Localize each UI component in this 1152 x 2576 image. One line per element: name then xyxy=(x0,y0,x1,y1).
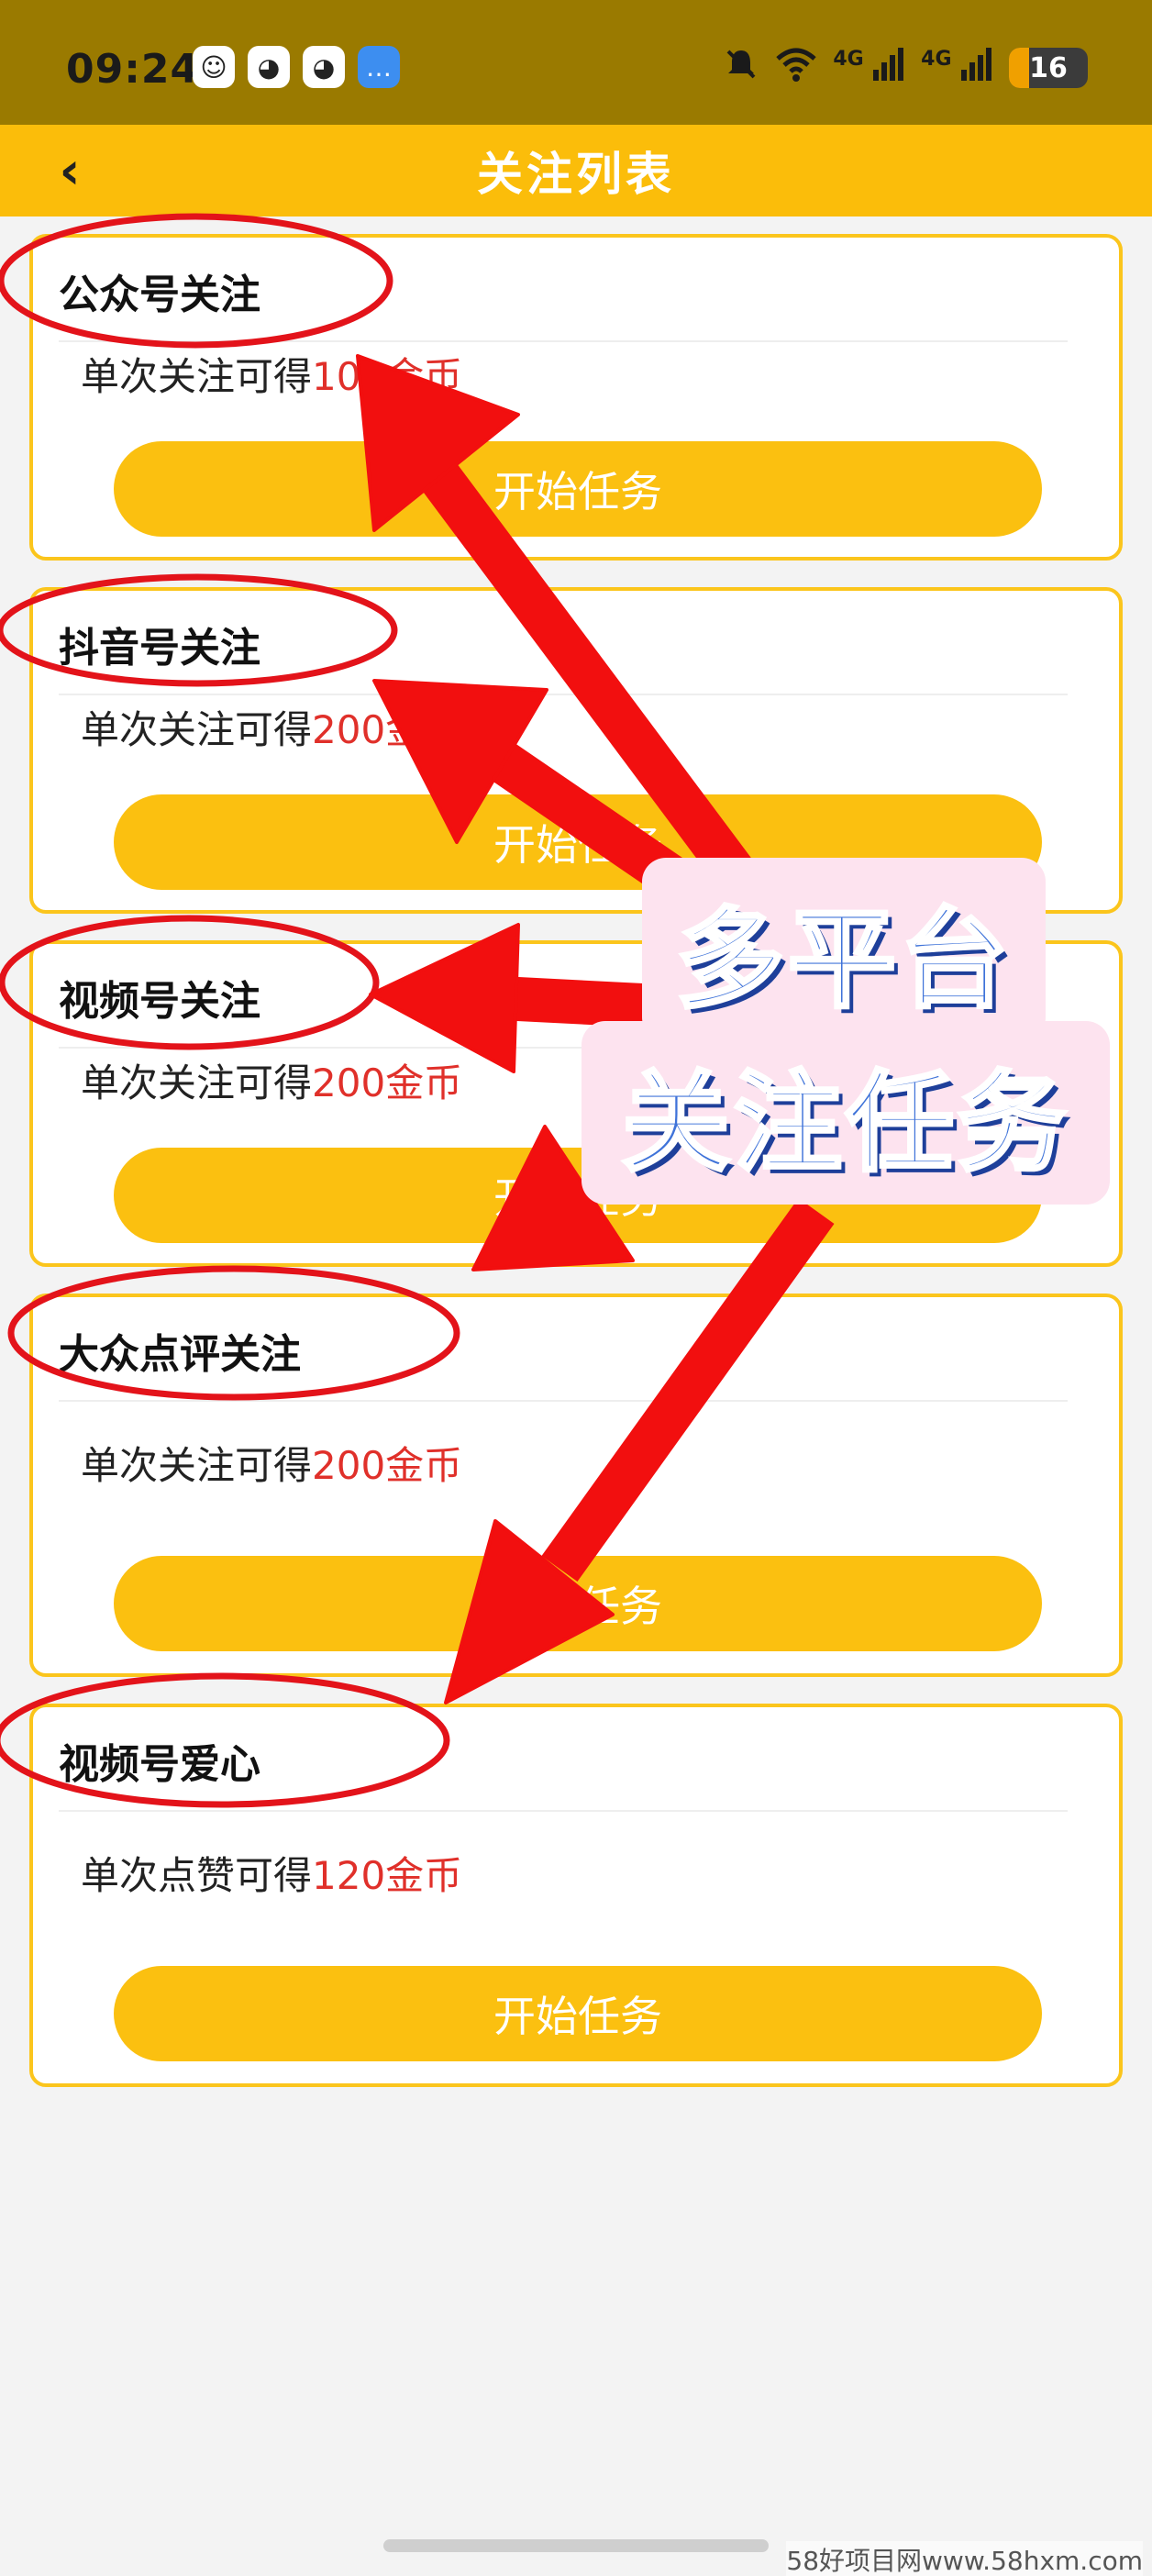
card-divider xyxy=(59,694,1068,695)
card-divider xyxy=(59,1400,1068,1402)
coin-amount: 120金币 xyxy=(312,1853,463,1898)
signal-icon-2: 4G xyxy=(921,48,992,88)
start-task-button[interactable]: 开始任务 xyxy=(114,441,1042,537)
signal-icon-1: 4G xyxy=(833,48,904,88)
wifi-icon xyxy=(776,46,817,90)
notification-icons: ☺ ◕ ◕ … xyxy=(193,46,400,88)
annotation-label-line2: 关注任务 xyxy=(582,1021,1110,1205)
qq-icon: ◕ xyxy=(303,46,345,88)
mute-icon xyxy=(723,46,759,90)
card-reward: 单次关注可得200金币 xyxy=(81,1443,463,1488)
card-divider xyxy=(59,1810,1068,1812)
coin-amount: 200金币 xyxy=(312,707,463,752)
task-card-dianping: 大众点评关注 单次关注可得200金币 开始任务 xyxy=(29,1294,1123,1677)
task-card-official-account: 公众号关注 单次关注可得100金币 开始任务 xyxy=(29,234,1123,561)
watermark: 58好项目网www.58hxm.com xyxy=(786,2541,1143,2576)
home-indicator[interactable] xyxy=(383,2539,769,2552)
avatar-icon: ☺ xyxy=(193,46,235,88)
card-reward: 单次点赞可得120金币 xyxy=(81,1853,463,1898)
card-title: 抖音号关注 xyxy=(59,625,260,672)
card-title: 大众点评关注 xyxy=(59,1331,301,1378)
card-title: 公众号关注 xyxy=(59,272,260,318)
card-title: 视频号关注 xyxy=(59,978,260,1025)
card-reward: 单次关注可得100金币 xyxy=(81,354,463,399)
card-title: 视频号爱心 xyxy=(59,1741,260,1788)
qq-icon: ◕ xyxy=(248,46,290,88)
status-time: 09:24 xyxy=(66,46,200,93)
coin-amount: 200金币 xyxy=(312,1060,463,1105)
annotation-label-line1: 多平台 xyxy=(642,858,1046,1041)
page-header: 关注列表 ‹ xyxy=(0,125,1152,217)
battery-icon: 16 xyxy=(1009,48,1088,88)
card-reward: 单次关注可得200金币 xyxy=(81,1060,463,1105)
card-reward: 单次关注可得200金币 xyxy=(81,707,463,752)
page-title: 关注列表 xyxy=(477,148,675,201)
battery-level: 16 xyxy=(1029,51,1068,84)
message-icon: … xyxy=(358,46,400,88)
start-task-button[interactable]: 开始任务 xyxy=(114,1556,1042,1651)
system-icons: 4G 4G 16 xyxy=(723,46,1088,90)
back-button[interactable]: ‹ xyxy=(33,125,106,217)
coin-amount: 200金币 xyxy=(312,1443,463,1488)
task-card-channels-like: 视频号爱心 单次点赞可得120金币 开始任务 xyxy=(29,1704,1123,2087)
start-task-button[interactable]: 开始任务 xyxy=(114,1966,1042,2061)
card-divider xyxy=(59,340,1068,342)
coin-amount: 100金币 xyxy=(312,354,463,399)
status-bar: 09:24 ☺ ◕ ◕ … 4G 4G 16 xyxy=(0,0,1152,125)
